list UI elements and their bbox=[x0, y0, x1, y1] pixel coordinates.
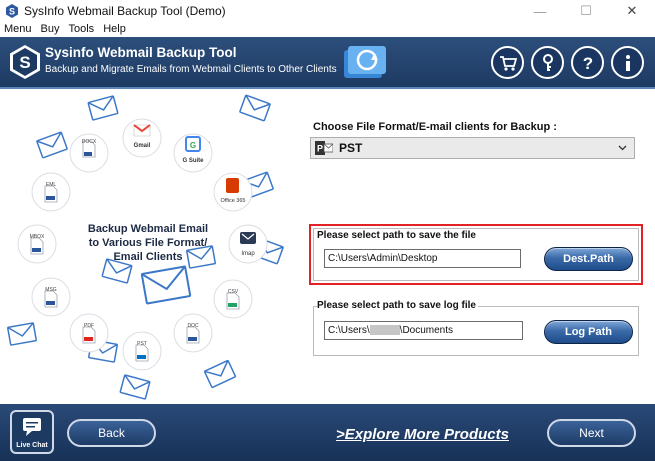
explore-more-products-link[interactable]: >Explore More Products bbox=[336, 426, 509, 443]
svg-text:CSV: CSV bbox=[228, 289, 239, 295]
illustration-panel: DOCX Gmail G G Suite Office 365 EML MBOX… bbox=[0, 89, 295, 404]
log-path-input[interactable]: C:\Users\ \Documents bbox=[324, 321, 523, 340]
help-button[interactable]: ? bbox=[571, 46, 604, 79]
info-button[interactable] bbox=[611, 46, 644, 79]
svg-text:?: ? bbox=[582, 54, 592, 73]
log-path-button[interactable]: Log Path bbox=[544, 320, 633, 344]
maximize-button[interactable]: ☐ bbox=[563, 0, 609, 22]
svg-text:S: S bbox=[19, 53, 30, 72]
title-bar: S SysInfo Webmail Backup Tool (Demo) — ☐… bbox=[0, 0, 655, 22]
illustration-text: Backup Webmail Email to Various File For… bbox=[87, 223, 209, 263]
live-chat-label: Live Chat bbox=[16, 442, 48, 449]
next-button[interactable]: Next bbox=[547, 419, 636, 447]
svg-text:MBOX: MBOX bbox=[30, 234, 45, 240]
svg-text:G: G bbox=[190, 141, 196, 150]
svg-text:PST: PST bbox=[137, 341, 147, 347]
format-selected-value: PST bbox=[339, 141, 363, 155]
dest-path-label: Please select path to save the file bbox=[317, 230, 478, 241]
svg-text:G Suite: G Suite bbox=[182, 158, 204, 164]
menu-help[interactable]: Help bbox=[99, 22, 131, 37]
close-button[interactable]: ✕ bbox=[609, 0, 655, 22]
svg-text:Imap: Imap bbox=[241, 251, 255, 257]
svg-text:Office 365: Office 365 bbox=[221, 198, 246, 204]
key-icon bbox=[542, 53, 553, 71]
info-icon bbox=[625, 54, 630, 71]
header-subtitle: Backup and Migrate Emails from Webmail C… bbox=[45, 64, 337, 75]
activate-key-button[interactable] bbox=[531, 46, 564, 79]
help-icon: ? bbox=[582, 54, 592, 73]
svg-text:DOC: DOC bbox=[187, 323, 199, 329]
svg-text:P: P bbox=[317, 144, 323, 154]
header-title: Sysinfo Webmail Backup Tool bbox=[45, 45, 237, 60]
svg-text:DOCX: DOCX bbox=[82, 139, 97, 145]
format-label: Choose File Format/E-mail clients for Ba… bbox=[313, 121, 557, 133]
sync-graphic-icon bbox=[344, 46, 386, 78]
window-title: SysInfo Webmail Backup Tool (Demo) bbox=[24, 4, 226, 18]
chevron-down-icon bbox=[618, 145, 627, 151]
pst-file-icon: P bbox=[315, 141, 333, 155]
menu-tools[interactable]: Tools bbox=[65, 22, 100, 37]
menu-menu[interactable]: Menu bbox=[0, 22, 37, 37]
svg-text:S: S bbox=[9, 7, 15, 17]
cart-icon bbox=[499, 55, 517, 71]
redacted-username bbox=[369, 325, 400, 336]
svg-text:Gmail: Gmail bbox=[134, 143, 151, 149]
dest-path-button[interactable]: Dest.Path bbox=[544, 247, 633, 271]
back-button[interactable]: Back bbox=[67, 419, 156, 447]
svg-text:EML: EML bbox=[46, 182, 57, 188]
live-chat-button[interactable]: Live Chat bbox=[10, 410, 54, 454]
menu-bar: Menu Buy Tools Help bbox=[0, 22, 655, 37]
minimize-button[interactable]: — bbox=[517, 0, 563, 22]
dest-path-input[interactable]: C:\Users\Admin\Desktop bbox=[324, 249, 521, 268]
header-banner: S Sysinfo Webmail Backup Tool Backup and… bbox=[0, 37, 655, 87]
sysinfo-logo-icon: S bbox=[10, 45, 40, 79]
svg-text:PDF: PDF bbox=[84, 323, 94, 329]
format-dropdown[interactable]: P PST bbox=[310, 137, 635, 159]
svg-text:MSG: MSG bbox=[45, 287, 57, 293]
buy-cart-button[interactable] bbox=[491, 46, 524, 79]
app-icon: S bbox=[6, 4, 18, 18]
log-path-label: Please select path to save log file bbox=[317, 300, 478, 311]
chat-bubble-icon bbox=[23, 418, 41, 436]
menu-buy[interactable]: Buy bbox=[37, 22, 65, 37]
